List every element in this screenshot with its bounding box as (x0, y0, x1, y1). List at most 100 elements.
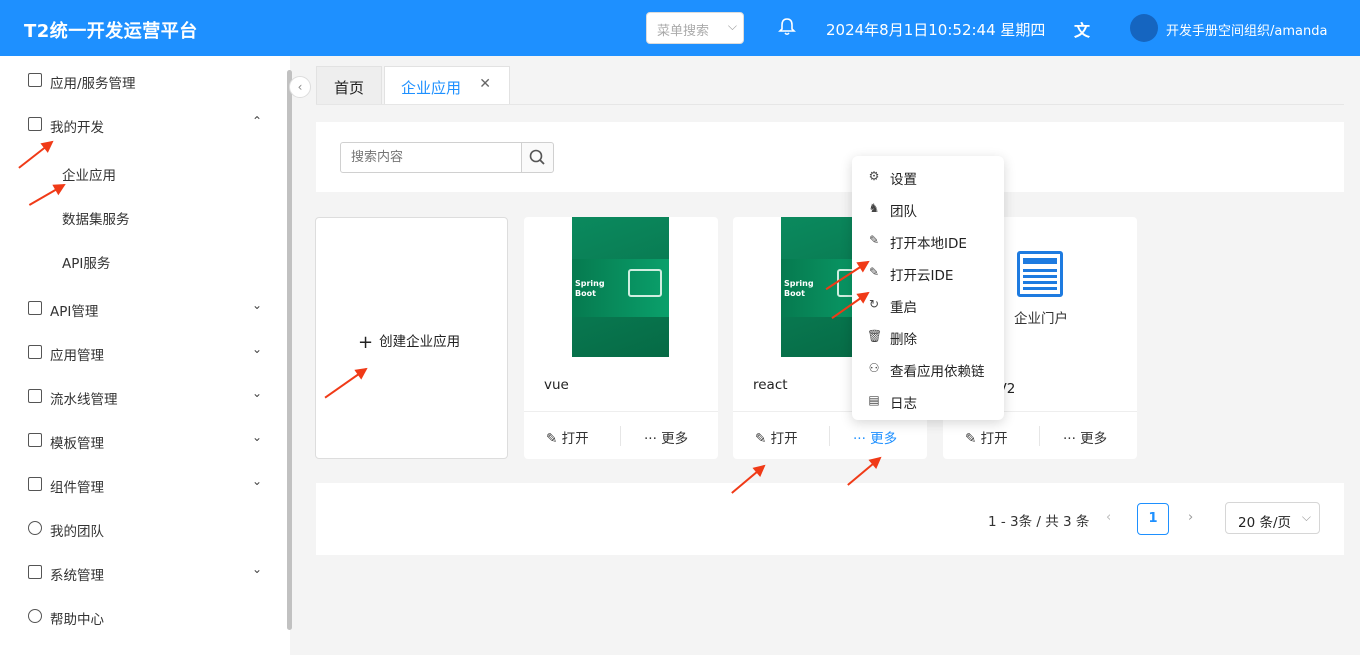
chevron-left-icon[interactable]: ‹ (1106, 510, 1111, 525)
trash-icon: 🗑 (867, 329, 883, 343)
menu-search-select[interactable]: 菜单搜索 ⌵ (646, 12, 744, 44)
sidebar-item-label: 系统管理 (50, 568, 104, 584)
open-label: 打开 (770, 431, 798, 447)
sidebar-item-label: 应用/服务管理 (50, 76, 136, 92)
close-icon[interactable]: ✕ (479, 76, 491, 92)
more-label: 更多 (1080, 431, 1108, 447)
menu-item-label: 重启 (890, 300, 917, 316)
sidebar-subitem-api-service[interactable]: API服务 (62, 252, 110, 272)
menu-item-team[interactable]: ♞ 团队 (852, 192, 1004, 224)
chevron-right-icon[interactable]: › (1188, 510, 1193, 525)
more-button[interactable]: ··· 更多 (644, 427, 688, 447)
sidebar-item-team[interactable]: 我的团队 (0, 506, 290, 550)
sidebar-subitem-dataset-service[interactable]: 数据集服务 (62, 208, 130, 228)
tab-divider (316, 104, 1344, 105)
sidebar-item-api[interactable]: API管理 ⌄ (0, 286, 290, 330)
pagination-panel: 1 - 3条 / 共 3 条 ‹ 1 › 20 条/页 ⌵ (316, 483, 1344, 555)
spring-boot-thumbnail: Spring Boot (572, 217, 669, 357)
sidebar-item-app-service[interactable]: 应用/服务管理 (0, 58, 290, 102)
chevron-down-icon: ⌄ (252, 430, 263, 444)
more-button[interactable]: ··· 更多 (853, 427, 897, 447)
sidebar-item-pipeline[interactable]: 流水线管理 ⌄ (0, 374, 290, 418)
card-footer: ✎ 打开 ··· 更多 (524, 411, 718, 459)
grid-icon (28, 73, 42, 87)
menu-item-restart[interactable]: ↻ 重启 (852, 288, 1004, 320)
plus-icon: + (358, 332, 374, 353)
sidebar-item-app-mgmt[interactable]: 应用管理 ⌄ (0, 330, 290, 374)
more-button[interactable]: ··· 更多 (1063, 427, 1107, 447)
sidebar-item-help[interactable]: 帮助中心 (0, 594, 290, 638)
annotation-arrow (847, 457, 881, 486)
menu-item-open-local-ide[interactable]: ✎ 打开本地IDE (852, 224, 1004, 256)
sidebar-item-label: 流水线管理 (50, 392, 118, 408)
top-header: T2统一开发运营平台 菜单搜索 ⌵ 2024年8月1日10:52:44 星期四 … (0, 0, 1360, 56)
menu-item-open-cloud-ide[interactable]: ✎ 打开云IDE (852, 256, 1004, 288)
app-card-vue[interactable]: Spring Boot vue ✎ 打开 ··· 更多 (524, 217, 718, 459)
bell-icon[interactable] (778, 17, 796, 37)
menu-item-label: 删除 (890, 332, 917, 348)
edit-icon: ✎ (965, 431, 981, 447)
link-icon (28, 301, 42, 315)
edit-icon: ✎ (868, 233, 880, 247)
chevron-down-icon: ⌄ (252, 562, 263, 576)
menu-item-dependency-chain[interactable]: ⚇ 查看应用依赖链 (852, 352, 1004, 384)
pagination-total: 1 - 3条 / 共 3 条 (988, 514, 1090, 530)
footer-divider (1039, 426, 1040, 446)
page-size-value: 20 条/页 (1238, 515, 1292, 531)
component-icon (28, 477, 42, 491)
sidebar-subitem-enterprise-app[interactable]: 企业应用 (62, 164, 116, 184)
ellipsis-icon: ··· (1063, 431, 1081, 447)
open-button[interactable]: ✎ 打开 (965, 427, 1008, 447)
thumb-text: Spring Boot (575, 279, 605, 298)
sidebar-item-label: 我的开发 (50, 120, 104, 136)
sidebar-item-label: API管理 (50, 304, 99, 320)
pipeline-icon (28, 389, 42, 403)
menu-item-label: 日志 (890, 396, 917, 412)
create-app-card[interactable]: + 创建企业应用 (315, 217, 508, 459)
search-button[interactable] (521, 142, 554, 173)
chevron-down-icon: ⌄ (252, 386, 263, 400)
tab-label: 企业应用 (401, 79, 462, 97)
create-app-label: + 创建企业应用 (358, 330, 460, 353)
sidebar-item-label: 我的团队 (50, 524, 104, 540)
more-dropdown-menu: ⚙ 设置 ♞ 团队 ✎ 打开本地IDE ✎ 打开云IDE ↻ 重启 🗑 删除 ⚇… (852, 156, 1004, 420)
menu-item-label: 打开云IDE (890, 268, 954, 284)
edit-icon: ✎ (546, 431, 562, 447)
chevron-down-icon: ⌄ (252, 298, 263, 312)
menu-item-delete[interactable]: 🗑 删除 (852, 320, 1004, 352)
gear-icon: ⚙ (868, 169, 880, 183)
chevron-down-icon: ⌄ (252, 342, 263, 356)
open-button[interactable]: ✎ 打开 (546, 427, 589, 447)
help-icon (28, 609, 42, 623)
translate-icon[interactable]: 文 (1074, 17, 1096, 40)
template-icon (28, 433, 42, 447)
team-icon: ♞ (868, 201, 880, 215)
search-input[interactable] (340, 142, 522, 173)
page-size-select[interactable]: 20 条/页 ⌵ (1225, 502, 1320, 534)
sidebar-item-template[interactable]: 模板管理 ⌄ (0, 418, 290, 462)
more-label: 更多 (870, 431, 898, 447)
open-button[interactable]: ✎ 打开 (755, 427, 798, 447)
chevron-down-icon: ⌵ (727, 19, 737, 33)
team-icon (28, 521, 42, 535)
tab-enterprise-app[interactable]: 企业应用 ✕ (384, 66, 510, 104)
menu-item-label: 查看应用依赖链 (890, 364, 985, 380)
sidebar-item-label: 组件管理 (50, 480, 104, 496)
menu-item-label: 打开本地IDE (890, 236, 967, 252)
footer-divider (829, 426, 830, 446)
page-number-current[interactable]: 1 (1137, 503, 1169, 535)
sidebar-item-system[interactable]: 系统管理 ⌄ (0, 550, 290, 594)
sidebar-item-component[interactable]: 组件管理 ⌄ (0, 462, 290, 506)
sidebar-scrollbar[interactable] (287, 70, 292, 630)
menu-item-label: 设置 (890, 172, 917, 188)
search-panel (316, 122, 1344, 192)
menu-item-log[interactable]: ▤ 日志 (852, 384, 1004, 416)
user-org-label[interactable]: 开发手册空间组织/amanda (1166, 20, 1327, 39)
more-label: 更多 (661, 431, 689, 447)
datetime-display: 2024年8月1日10:52:44 星期四 (826, 21, 1046, 39)
avatar[interactable] (1130, 14, 1158, 42)
menu-item-settings[interactable]: ⚙ 设置 (852, 160, 1004, 192)
tab-home[interactable]: 首页 (316, 66, 382, 104)
chevron-up-icon: ⌃ (252, 114, 263, 128)
apps-icon (28, 345, 42, 359)
